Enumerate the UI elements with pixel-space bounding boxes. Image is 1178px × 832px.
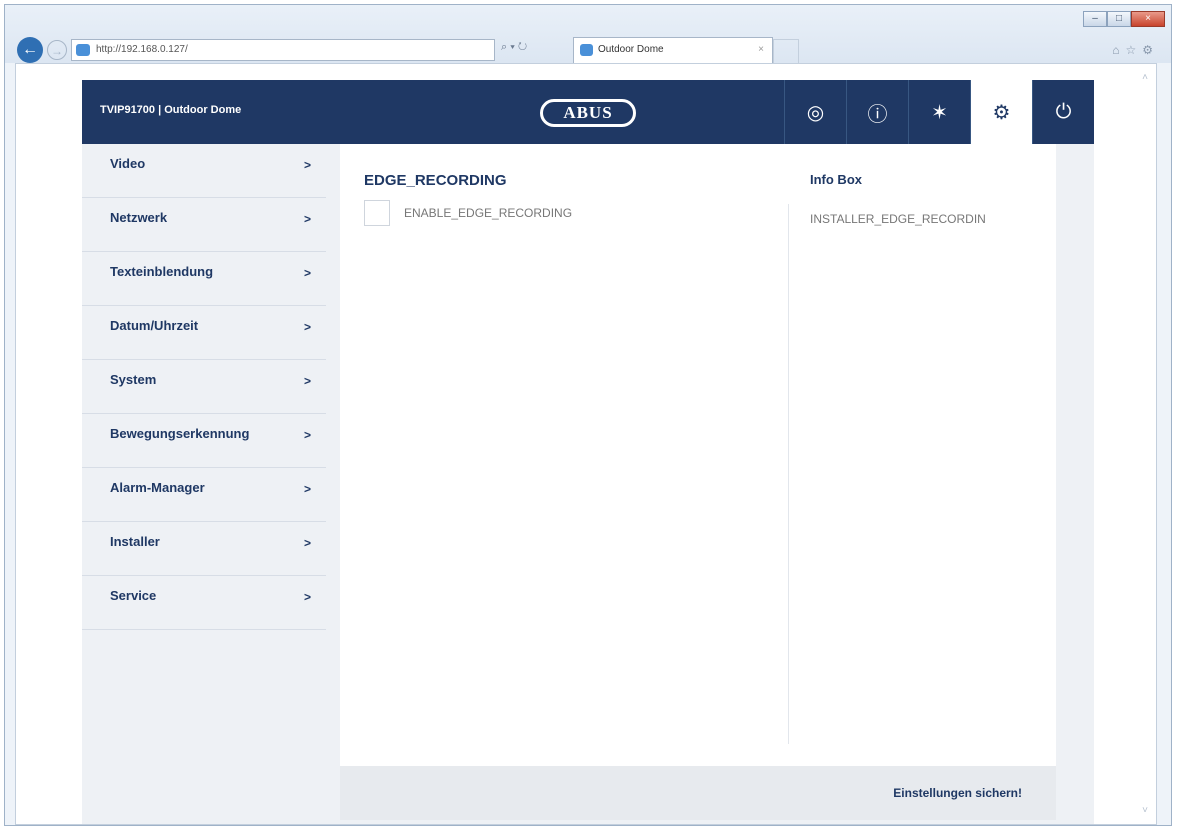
sidebar-item-video[interactable]: Video > bbox=[82, 144, 326, 198]
settings-icon: ⚙ bbox=[992, 101, 1011, 124]
sidebar-item-system[interactable]: System > bbox=[82, 360, 326, 414]
device-title: TVIP91700 | Outdoor Dome bbox=[100, 104, 242, 116]
sidebar-item-bewegungserkennung[interactable]: Bewegungserkennung > bbox=[82, 414, 326, 468]
chevron-right-icon: > bbox=[304, 212, 312, 226]
save-settings-button[interactable]: Einstellungen sichern! bbox=[893, 786, 1022, 800]
wizard-icon: ✶ bbox=[931, 101, 948, 124]
ie-icon bbox=[76, 44, 90, 56]
chevron-right-icon: > bbox=[304, 374, 312, 388]
browser-window: – □ × ← → http://192.168.0.127/ ⌕ ▾ ↻ Ou… bbox=[4, 4, 1172, 826]
header-buttons: ◎ ⓘ ✶ ⚙ ⏻ bbox=[784, 80, 1094, 144]
tab-close-icon[interactable]: × bbox=[758, 38, 764, 62]
checkbox-label: ENABLE_EDGE_RECORDING bbox=[404, 206, 573, 220]
info-box-title: Info Box bbox=[810, 172, 862, 187]
sidebar-item-netzwerk[interactable]: Netzwerk > bbox=[82, 198, 326, 252]
sidebar-item-label: Datum/Uhrzeit bbox=[110, 318, 199, 333]
info-box-text: INSTALLER_EDGE_RECORDIN bbox=[810, 212, 986, 226]
scroll-down-icon[interactable]: ˅ bbox=[1142, 805, 1148, 816]
content-area: EDGE_RECORDING ENABLE_EDGE_RECORDING Inf… bbox=[326, 144, 1094, 824]
sidebar-item-alarm-manager[interactable]: Alarm-Manager > bbox=[82, 468, 326, 522]
address-bar[interactable]: http://192.168.0.127/ bbox=[71, 39, 495, 61]
chevron-right-icon: > bbox=[304, 428, 312, 442]
live-view-icon: ◎ bbox=[806, 101, 825, 124]
url-text: http://192.168.0.127/ bbox=[96, 44, 188, 55]
sidebar-item-datum-uhrzeit[interactable]: Datum/Uhrzeit > bbox=[82, 306, 326, 360]
section-title: EDGE_RECORDING bbox=[364, 172, 507, 189]
power-button[interactable]: ⏻ bbox=[1032, 80, 1094, 144]
toolbar-icons[interactable]: ⌂☆⚙ bbox=[1112, 43, 1159, 57]
tab-outdoor-dome[interactable]: Outdoor Dome × bbox=[573, 37, 773, 63]
sidebar-item-label: Installer bbox=[110, 534, 160, 549]
info-icon: ⓘ bbox=[867, 103, 888, 126]
chevron-right-icon: > bbox=[304, 320, 312, 334]
app-header: TVIP91700 | Outdoor Dome ABUS ◎ ⓘ ✶ ⚙ ⏻ bbox=[82, 80, 1094, 144]
settings-button[interactable]: ⚙ bbox=[970, 80, 1032, 144]
chevron-right-icon: > bbox=[304, 536, 312, 550]
power-icon: ⏻ bbox=[1055, 100, 1072, 123]
enable-edge-recording-checkbox[interactable] bbox=[364, 200, 390, 226]
wizard-button[interactable]: ✶ bbox=[908, 80, 970, 144]
close-button[interactable]: × bbox=[1131, 11, 1165, 27]
settings-sidebar: Video > Netzwerk > Texteinblendung > Datum/… bbox=[82, 144, 326, 824]
divider bbox=[788, 204, 789, 744]
footer-bar: Einstellungen sichern! bbox=[340, 766, 1056, 820]
new-tab-button[interactable] bbox=[773, 39, 799, 63]
sidebar-item-label: System bbox=[110, 372, 157, 387]
sidebar-item-label: Service bbox=[110, 588, 157, 603]
tab-ie-icon bbox=[580, 44, 593, 56]
chevron-right-icon: > bbox=[304, 158, 312, 172]
sidebar-item-label: Netzwerk bbox=[110, 210, 168, 225]
sidebar-item-texteinblendung[interactable]: Texteinblendung > bbox=[82, 252, 326, 306]
chevron-right-icon: > bbox=[304, 590, 312, 604]
back-button[interactable]: ← bbox=[17, 37, 43, 63]
sidebar-item-service[interactable]: Service > bbox=[82, 576, 326, 630]
chevron-right-icon: > bbox=[304, 266, 312, 280]
sidebar-item-label: Video bbox=[110, 156, 146, 171]
web-page: TVIP91700 | Outdoor Dome ABUS ◎ ⓘ ✶ ⚙ ⏻ … bbox=[15, 63, 1157, 825]
sidebar-item-label: Bewegungserkennung bbox=[110, 426, 250, 441]
chevron-right-icon: > bbox=[304, 482, 312, 496]
settings-panel: EDGE_RECORDING ENABLE_EDGE_RECORDING Inf… bbox=[340, 144, 1056, 766]
maximize-button[interactable]: □ bbox=[1107, 11, 1131, 27]
live-view-button[interactable]: ◎ bbox=[784, 80, 846, 144]
sidebar-item-label: Texteinblendung bbox=[110, 264, 214, 279]
abus-logo: ABUS bbox=[540, 99, 636, 127]
browser-titlebar: – □ × ← → http://192.168.0.127/ ⌕ ▾ ↻ Ou… bbox=[5, 5, 1171, 63]
sidebar-item-installer[interactable]: Installer > bbox=[82, 522, 326, 576]
forward-button[interactable]: → bbox=[47, 40, 67, 60]
address-tools[interactable]: ⌕ ▾ ↻ bbox=[501, 41, 527, 54]
minimize-button[interactable]: – bbox=[1083, 11, 1107, 27]
scroll-up-icon[interactable]: ˄ bbox=[1142, 72, 1148, 83]
window-controls: – □ × bbox=[1083, 11, 1165, 27]
info-button[interactable]: ⓘ bbox=[846, 80, 908, 144]
sidebar-item-label: Alarm-Manager bbox=[110, 480, 205, 495]
tab-title: Outdoor Dome bbox=[598, 44, 664, 55]
